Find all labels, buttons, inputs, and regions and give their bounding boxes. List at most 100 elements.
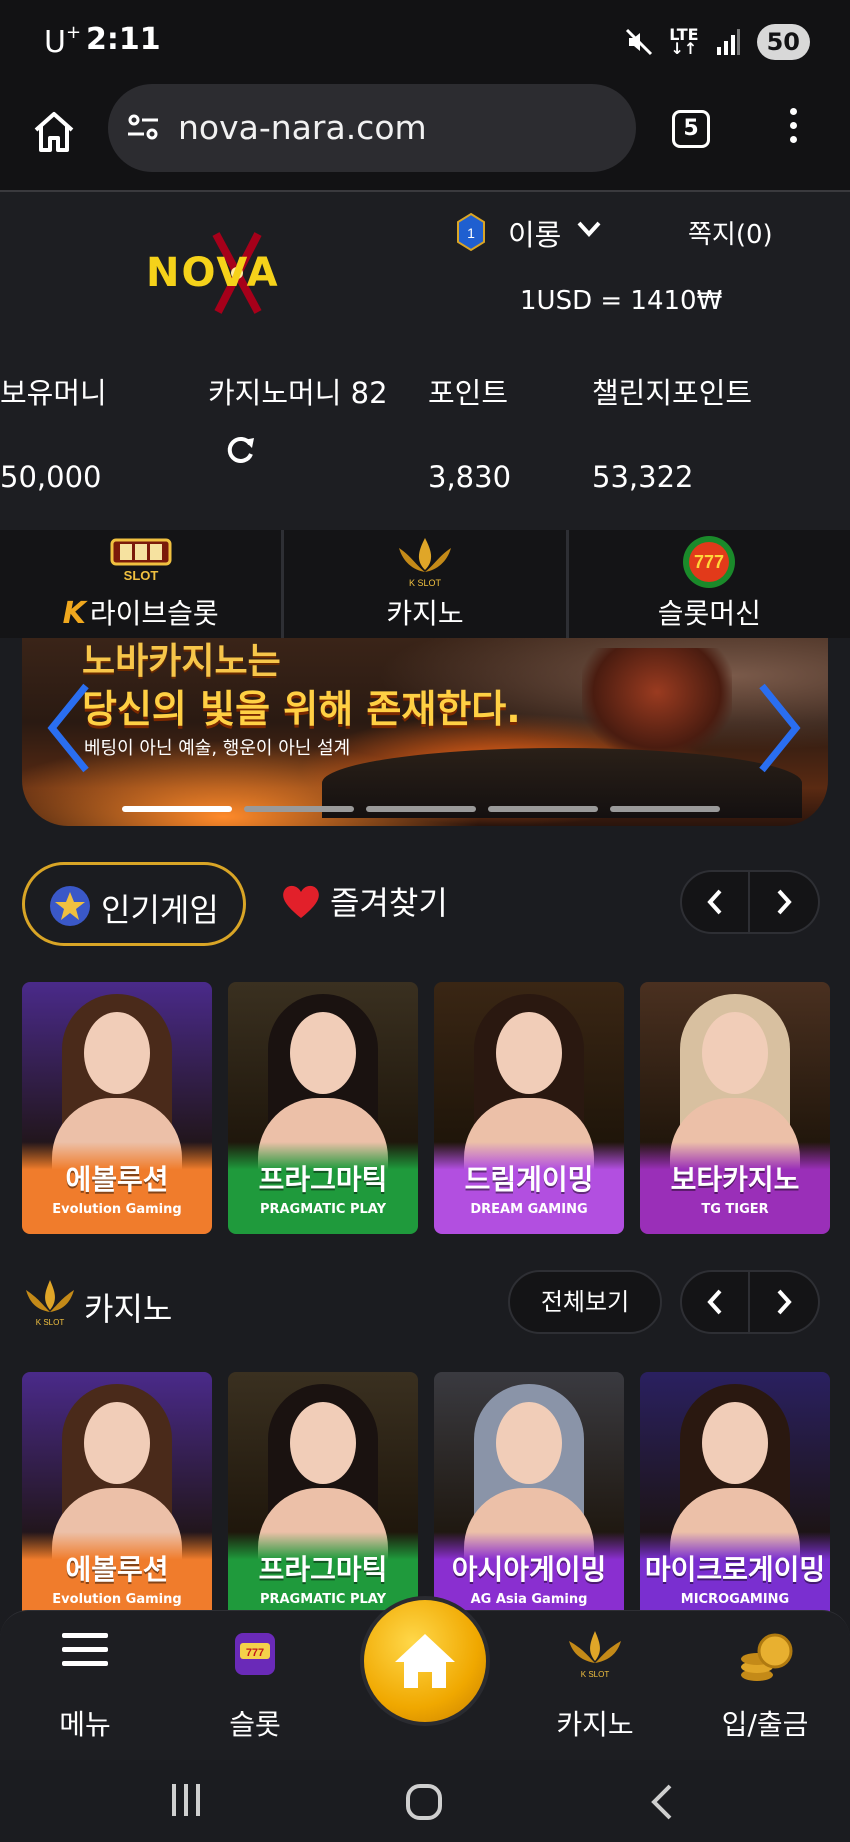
banner-dot[interactable] xyxy=(244,806,354,812)
card-provider: Evolution Gaming xyxy=(52,1202,182,1217)
svg-text:K SLOT: K SLOT xyxy=(409,578,442,588)
nav-menu[interactable]: 메뉴 xyxy=(0,1611,170,1761)
next-button[interactable] xyxy=(750,1270,820,1334)
nav-deposit-withdraw[interactable]: 입/출금 xyxy=(680,1611,850,1761)
game-card[interactable]: 에볼루션 Evolution Gaming xyxy=(22,1372,212,1624)
category-label: 카지노 xyxy=(386,597,464,630)
chevron-down-icon[interactable] xyxy=(576,220,602,238)
recent-apps-icon[interactable] xyxy=(168,1782,204,1818)
banner-dot[interactable] xyxy=(488,806,598,812)
exchange-rate: 1USD = 1410₩ xyxy=(520,286,723,316)
card-model-face xyxy=(84,1402,150,1484)
game-card[interactable]: 프라그마틱 PRAGMATIC PLAY xyxy=(228,982,418,1234)
banner-pagination xyxy=(122,806,720,812)
casino-pager xyxy=(680,1270,820,1334)
more-menu-icon[interactable] xyxy=(786,108,800,152)
system-home-icon[interactable] xyxy=(404,1782,444,1822)
game-card[interactable]: 프라그마틱 PRAGMATIC PLAY xyxy=(228,1372,418,1624)
home-button[interactable] xyxy=(360,1596,490,1726)
nova-logo[interactable]: NOVA xyxy=(146,228,316,318)
game-card[interactable]: 아시아게이밍 AG Asia Gaming xyxy=(434,1372,624,1624)
card-provider: TG TIGER xyxy=(701,1202,769,1217)
tab-popular-games[interactable]: 인기게임 xyxy=(22,862,246,946)
casino-games-list: 에볼루션 Evolution Gaming 프라그마틱 PRAGMATIC PLAY 아… xyxy=(22,1372,830,1624)
card-provider: DREAM GAMING xyxy=(470,1202,588,1217)
card-provider: Evolution Gaming xyxy=(52,1592,182,1607)
star-icon xyxy=(50,886,90,926)
tab-switcher-button[interactable]: 5 xyxy=(672,110,710,148)
category-casino[interactable]: K SLOT 카지노 xyxy=(284,530,569,638)
banner-next-arrow-icon[interactable] xyxy=(752,678,806,778)
card-title: 프라그마틱 xyxy=(258,1553,388,1586)
category-bar: SLOT K 라이브슬롯 K SLOT 카지노 777 슬롯머신 xyxy=(0,530,850,638)
card-model-face xyxy=(496,1012,562,1094)
tab-label: 즐겨찾기 xyxy=(330,884,448,922)
category-slot-machine[interactable]: 777 슬롯머신 xyxy=(569,530,850,638)
svg-text:K SLOT: K SLOT xyxy=(36,1318,65,1327)
carrier-label: U+ xyxy=(44,22,82,60)
clock: 2:11 xyxy=(86,22,161,57)
banner-dot[interactable] xyxy=(610,806,720,812)
challenge-points-label: 챌린지포인트 xyxy=(592,376,753,410)
svg-text:777: 777 xyxy=(246,1647,264,1659)
game-card[interactable]: 마이크로게이밍 MICROGAMING xyxy=(640,1372,830,1624)
address-bar[interactable]: nova-nara.com xyxy=(108,84,636,172)
game-card[interactable]: 보타카지노 TG TIGER xyxy=(640,982,830,1234)
refresh-icon[interactable] xyxy=(222,432,258,468)
svg-text:777: 777 xyxy=(694,552,724,572)
k-slot-icon: K SLOT xyxy=(398,538,451,588)
coins-icon xyxy=(741,1633,793,1681)
prev-button[interactable] xyxy=(680,870,750,934)
banner-dot[interactable] xyxy=(122,806,232,812)
system-back-icon[interactable] xyxy=(648,1782,676,1822)
chevron-left-icon xyxy=(707,1289,722,1315)
hamburger-icon xyxy=(62,1633,108,1666)
tab-label: 인기게임 xyxy=(101,891,219,929)
casino-money-label: 카지노머니 82 xyxy=(208,376,388,410)
page-root: U+ 2:11 LTE ↓↑ 50 nova-nara.com 5 NOVA 1… xyxy=(0,0,850,1842)
nav-label: 슬롯 xyxy=(229,1708,281,1741)
site-settings-icon[interactable] xyxy=(126,112,160,142)
home-icon xyxy=(395,1634,455,1688)
card-model-face xyxy=(702,1012,768,1094)
nav-label: 카지노 xyxy=(556,1708,634,1741)
balance-value: 50,000 xyxy=(0,460,102,494)
nav-casino[interactable]: K SLOT 카지노 xyxy=(510,1611,680,1761)
live-slot-icon: SLOT xyxy=(110,538,172,583)
category-label: 라이브슬롯 xyxy=(89,597,219,630)
card-provider: PRAGMATIC PLAY xyxy=(259,1202,387,1217)
system-navigation xyxy=(0,1760,850,1842)
nav-label: 메뉴 xyxy=(59,1708,111,1741)
challenge-points-value: 53,322 xyxy=(592,460,694,494)
browser-home-icon[interactable] xyxy=(30,108,78,156)
banner-subtitle: 베팅이 아닌 예술, 행운이 아닌 설계 xyxy=(84,738,351,759)
nav-slot[interactable]: 777 슬롯 xyxy=(170,1611,340,1761)
username[interactable]: 이롱 xyxy=(508,212,561,254)
k-mark-icon: K xyxy=(62,596,86,631)
game-card[interactable]: 드림게이밍 DREAM GAMING xyxy=(434,982,624,1234)
svg-text:1: 1 xyxy=(467,225,475,241)
points-value: 3,830 xyxy=(428,460,512,494)
slot-machine-icon: 777 xyxy=(235,1633,275,1675)
promo-banner[interactable]: 노바카지노는 당신의 빛을 위해 존재한다. 베팅이 아닌 예술, 행운이 아닌… xyxy=(22,638,828,826)
game-card[interactable]: 에볼루션 Evolution Gaming xyxy=(22,982,212,1234)
banner-prev-arrow-icon[interactable] xyxy=(42,678,96,778)
popular-games-list: 에볼루션 Evolution Gaming 프라그마틱 PRAGMATIC PLAY 드… xyxy=(22,982,830,1234)
svg-text:K SLOT: K SLOT xyxy=(581,1670,610,1679)
view-all-button[interactable]: 전체보기 xyxy=(508,1270,662,1334)
chevron-left-icon xyxy=(707,889,722,915)
category-label: 슬롯머신 xyxy=(657,597,761,630)
nav-label: 입/출금 xyxy=(721,1708,809,1741)
next-button[interactable] xyxy=(750,870,820,934)
category-live-slot[interactable]: SLOT K 라이브슬롯 xyxy=(0,530,285,638)
card-model-face xyxy=(84,1012,150,1094)
card-title: 보타카지노 xyxy=(670,1163,800,1196)
prev-button[interactable] xyxy=(680,1270,750,1334)
card-title: 에볼루션 xyxy=(65,1163,169,1196)
mute-icon xyxy=(626,28,653,56)
status-bar: U+ 2:11 LTE ↓↑ 50 xyxy=(0,0,850,84)
banner-dot[interactable] xyxy=(366,806,476,812)
chevron-right-icon xyxy=(777,889,792,915)
messages-link[interactable]: 쪽지(0) xyxy=(688,214,773,251)
url-text[interactable]: nova-nara.com xyxy=(178,108,427,147)
